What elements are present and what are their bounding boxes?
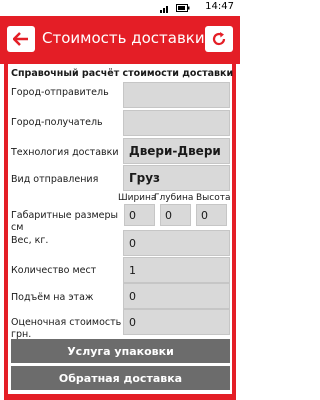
height-header: Высота (196, 193, 231, 203)
page-title: Стоимость доставки (42, 29, 205, 47)
height-field[interactable]: 0 (196, 204, 227, 226)
dimensions-label: Габаритные размеры см (11, 210, 119, 233)
return-delivery-button[interactable]: Обратная доставка (11, 366, 230, 390)
width-field[interactable]: 0 (124, 204, 155, 226)
technology-select[interactable]: Двери-Двери (123, 138, 230, 164)
refresh-button[interactable] (205, 26, 233, 52)
section-title: Справочный расчёт стоимости доставки (11, 68, 234, 79)
depth-field[interactable]: 0 (160, 204, 191, 226)
declared-value-label: Оценочная стоимость грн. (11, 317, 122, 340)
refresh-icon (212, 32, 226, 46)
city-to-label: Город-получатель (11, 117, 103, 128)
back-button[interactable] (7, 26, 35, 52)
technology-label: Технология доставки (11, 147, 119, 158)
places-label: Количество мест (11, 265, 97, 276)
status-icons (160, 2, 190, 14)
status-bar: 14:47 (0, 0, 240, 16)
app-header: Стоимость доставки (0, 16, 240, 64)
battery-icon (176, 4, 190, 12)
bottom-strip (8, 394, 232, 400)
city-to-field[interactable] (123, 110, 230, 136)
city-from-label: Город-отправитель (11, 87, 109, 98)
packaging-button[interactable]: Услуга упаковки (11, 339, 230, 363)
shipment-type-select[interactable]: Груз (123, 165, 230, 191)
calculator-form: Справочный расчёт стоимости доставки Гор… (8, 64, 234, 400)
status-time: 14:47 (205, 1, 234, 12)
places-field[interactable]: 1 (123, 257, 230, 283)
width-header: Ширина (118, 193, 157, 203)
city-from-field[interactable] (123, 82, 230, 108)
signal-icon (160, 6, 168, 13)
weight-field[interactable]: 0 (123, 230, 230, 256)
frame-right (232, 64, 236, 400)
floor-lift-field[interactable]: 0 (123, 283, 230, 309)
declared-value-field[interactable]: 0 (123, 309, 230, 335)
arrow-left-icon (13, 32, 28, 46)
shipment-type-label: Вид отправления (11, 174, 99, 185)
floor-lift-label: Подъём на этаж (11, 292, 94, 303)
depth-header: Глубина (154, 193, 194, 203)
weight-label: Вес, кг. (11, 235, 49, 246)
